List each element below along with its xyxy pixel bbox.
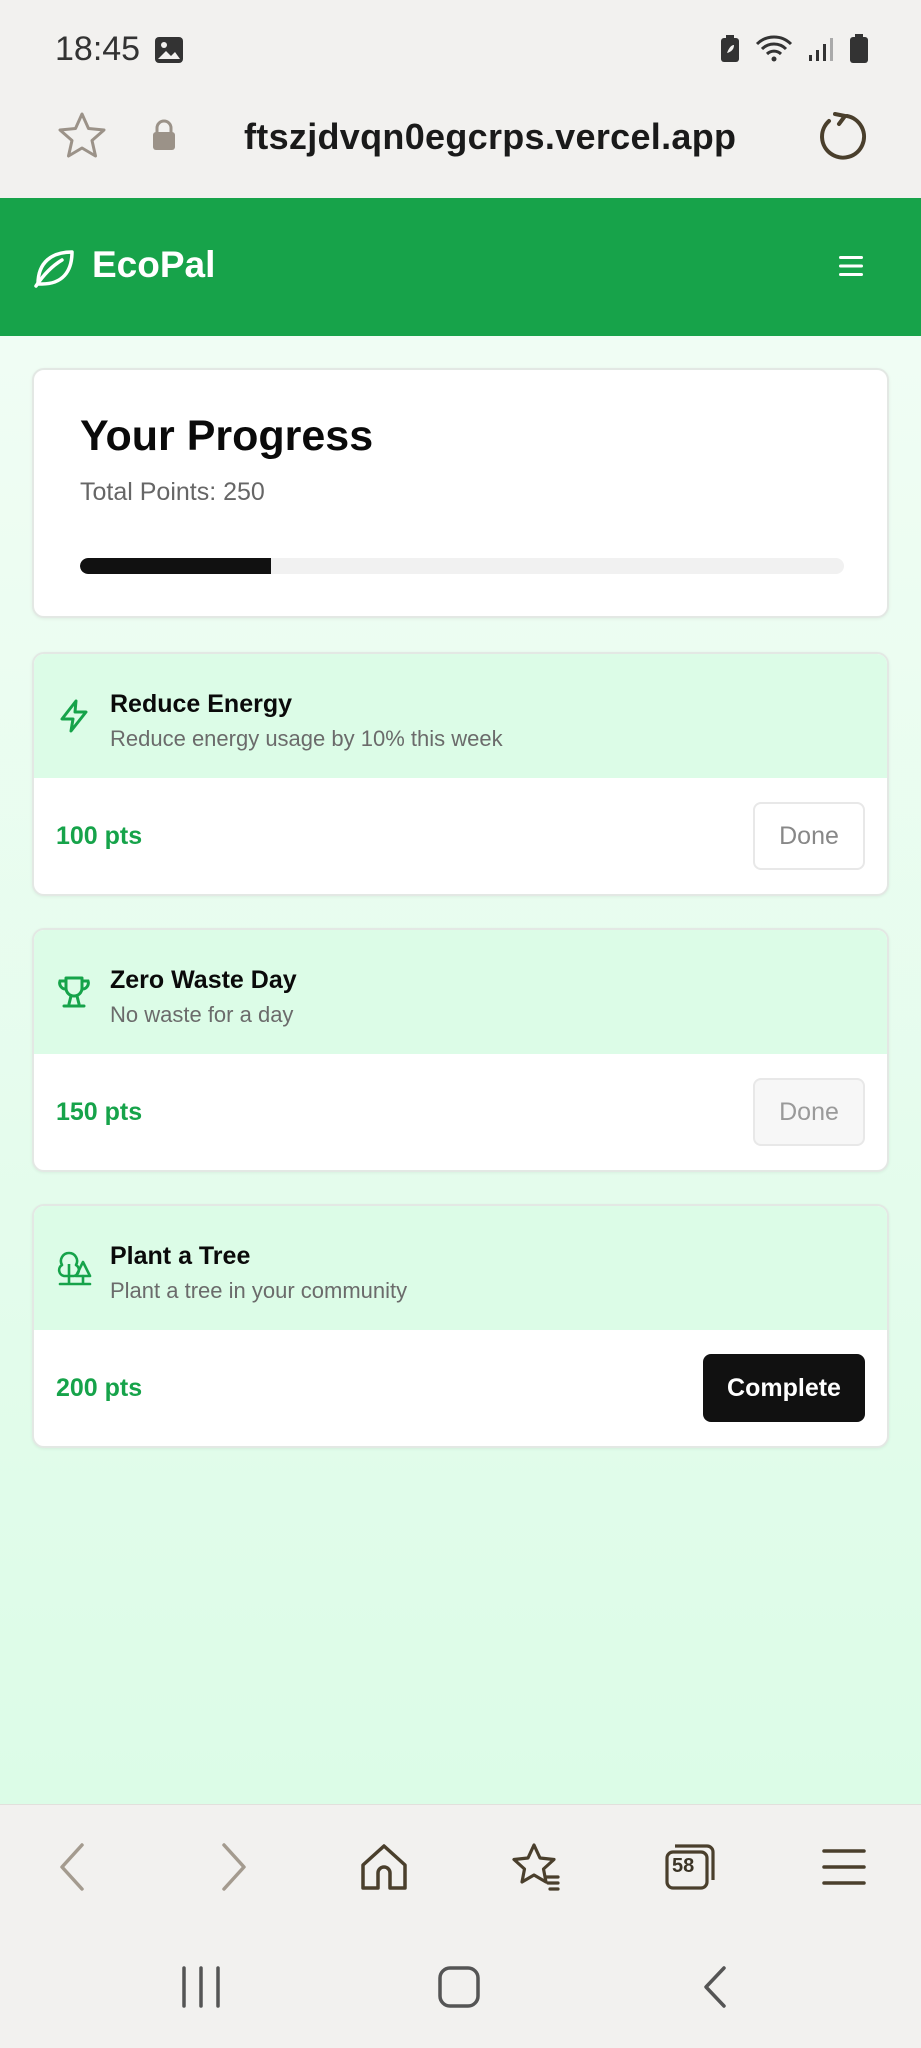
done-button[interactable]: Done xyxy=(753,802,865,870)
menu-icon[interactable] xyxy=(818,1841,870,1893)
home-icon[interactable] xyxy=(358,1841,410,1893)
system-back-icon[interactable] xyxy=(692,1964,742,2010)
task-description: No waste for a day xyxy=(110,1002,294,1027)
task-header: Zero Waste Day No waste for a day xyxy=(34,930,887,1054)
task-header: Reduce Energy Reduce energy usage by 10%… xyxy=(34,654,887,778)
battery-icon xyxy=(850,34,868,63)
lock-icon[interactable] xyxy=(150,118,178,152)
recent-apps-icon[interactable] xyxy=(176,1964,226,2010)
wifi-icon xyxy=(755,35,793,62)
task-title: Reduce Energy xyxy=(110,690,293,718)
trophy-icon xyxy=(58,976,90,1008)
battery-saver-icon xyxy=(721,35,739,62)
reload-icon[interactable] xyxy=(815,110,867,162)
leaf-icon xyxy=(34,250,74,288)
total-points: Total Points: 250 xyxy=(80,478,265,506)
url-text[interactable]: ftszjdvqn0egcrps.vercel.app xyxy=(244,116,736,158)
task-description: Reduce energy usage by 10% this week xyxy=(110,726,503,751)
progress-bar-fill xyxy=(80,558,271,574)
app-title: EcoPal xyxy=(92,244,216,285)
forward-icon[interactable] xyxy=(206,1841,258,1893)
task-points: 100 pts xyxy=(56,822,143,850)
bookmarks-icon[interactable] xyxy=(510,1841,562,1893)
home-button-icon[interactable] xyxy=(434,1964,484,2010)
app-header: EcoPal xyxy=(0,198,921,336)
progress-card: Your Progress Total Points: 250 xyxy=(32,368,889,618)
status-time: 18:45 xyxy=(55,30,141,68)
task-title: Zero Waste Day xyxy=(110,966,297,994)
main-content: Your Progress Total Points: 250 Reduce E… xyxy=(0,336,921,1804)
complete-button[interactable]: Complete xyxy=(703,1354,865,1422)
trees-icon xyxy=(57,1251,92,1286)
task-card-zero-waste-day: Zero Waste Day No waste for a day 150 pt… xyxy=(32,928,889,1172)
browser-url-bar: ftszjdvqn0egcrps.vercel.app xyxy=(0,96,921,198)
progress-title: Your Progress xyxy=(80,412,374,460)
tabs-count: 58 xyxy=(672,1855,695,1877)
progress-bar xyxy=(80,558,844,574)
system-navigation xyxy=(0,1922,921,2048)
task-points: 200 pts xyxy=(56,1374,143,1402)
task-points: 150 pts xyxy=(56,1098,143,1126)
signal-icon xyxy=(809,38,833,61)
hamburger-menu-icon[interactable] xyxy=(837,254,865,278)
task-header: Plant a Tree Plant a tree in your commun… xyxy=(34,1206,887,1330)
task-card-plant-a-tree: Plant a Tree Plant a tree in your commun… xyxy=(32,1204,889,1448)
tabs-button[interactable]: 58 xyxy=(664,1841,716,1893)
bookmark-star-icon[interactable] xyxy=(56,110,108,162)
task-card-reduce-energy: Reduce Energy Reduce energy usage by 10%… xyxy=(32,652,889,896)
back-icon[interactable] xyxy=(48,1841,100,1893)
gallery-icon xyxy=(155,37,183,63)
status-bar: 18:45 xyxy=(0,0,921,96)
lightning-icon xyxy=(60,699,88,733)
task-description: Plant a tree in your community xyxy=(110,1278,408,1303)
task-title: Plant a Tree xyxy=(110,1242,251,1270)
browser-toolbar: 58 xyxy=(0,1804,921,1922)
done-button[interactable]: Done xyxy=(753,1078,865,1146)
